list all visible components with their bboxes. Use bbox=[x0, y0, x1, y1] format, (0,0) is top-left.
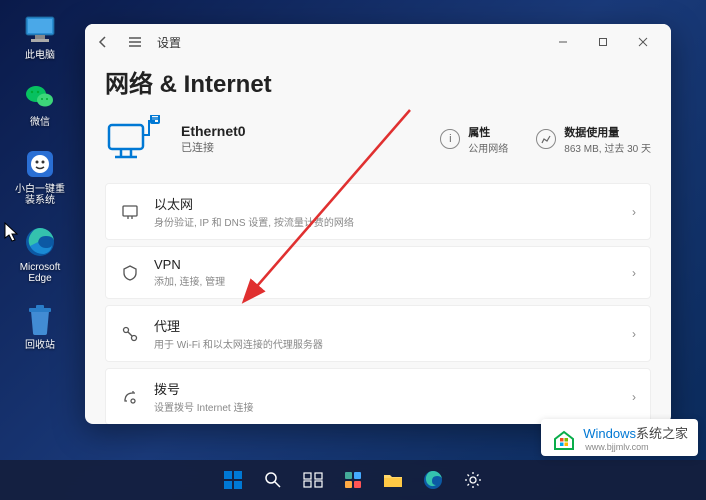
desktop-icon-xiaobai[interactable]: 小白一键重装系统 bbox=[12, 146, 68, 206]
item-ethernet[interactable]: 以太网 身份验证, IP 和 DNS 设置, 按流量计费的网络 › bbox=[105, 183, 651, 240]
watermark-url: www.bjjmlv.com bbox=[585, 442, 688, 452]
desktop-icons: 此电脑 微信 小白一键重装系统 Microsoft Edge 回收站 bbox=[12, 12, 68, 351]
desktop-icon-label: 回收站 bbox=[25, 340, 55, 351]
properties-title: 属性 bbox=[468, 124, 508, 140]
close-button[interactable] bbox=[623, 28, 663, 56]
maximize-button[interactable] bbox=[583, 28, 623, 56]
item-sub: 添加, 连接, 管理 bbox=[154, 273, 225, 288]
settings-item-list: 以太网 身份验证, IP 和 DNS 设置, 按流量计费的网络 › VPN 添加… bbox=[105, 183, 651, 424]
network-status-row: Ethernet0 已连接 i 属性 公用网络 数据使用量 bbox=[105, 115, 651, 163]
watermark-brand-gray: 系统之家 bbox=[636, 426, 688, 441]
desktop-icon-label: 微信 bbox=[30, 117, 50, 128]
desktop-icon-label: 此电脑 bbox=[25, 50, 55, 61]
hamburger-menu-button[interactable] bbox=[125, 32, 145, 52]
item-title: 以太网 bbox=[154, 194, 354, 213]
desktop-icon-label: Microsoft Edge bbox=[12, 262, 68, 284]
edge-icon bbox=[22, 224, 58, 260]
item-sub: 身份验证, IP 和 DNS 设置, 按流量计费的网络 bbox=[154, 214, 354, 229]
usage-sub: 863 MB, 过去 30 天 bbox=[564, 140, 651, 155]
settings-window: 设置 网络 & Internet bbox=[85, 24, 671, 424]
settings-taskbar-button[interactable] bbox=[457, 464, 489, 496]
info-icon: i bbox=[440, 129, 460, 149]
chevron-right-icon: › bbox=[632, 205, 636, 219]
desktop-icon-recycle-bin[interactable]: 回收站 bbox=[12, 302, 68, 351]
task-view-button[interactable] bbox=[297, 464, 329, 496]
item-dialup[interactable]: 拨号 设置拨号 Internet 连接 › bbox=[105, 368, 651, 424]
monitor-ethernet-icon bbox=[105, 115, 161, 163]
taskbar bbox=[0, 460, 706, 500]
vpn-icon bbox=[120, 263, 140, 283]
window-title: 设置 bbox=[157, 34, 181, 51]
item-proxy[interactable]: 代理 用于 Wi-Fi 和以太网连接的代理服务器 › bbox=[105, 305, 651, 362]
properties-sub: 公用网络 bbox=[468, 140, 508, 155]
settings-content: 网络 & Internet Ethernet0 已连接 bbox=[85, 60, 671, 424]
item-title: VPN bbox=[154, 257, 225, 272]
desktop-icon-wechat[interactable]: 微信 bbox=[12, 79, 68, 128]
watermark-logo-icon bbox=[551, 425, 577, 451]
page-title: 网络 & Internet bbox=[105, 64, 651, 99]
search-button[interactable] bbox=[257, 464, 289, 496]
edge-taskbar-button[interactable] bbox=[417, 464, 449, 496]
wechat-icon bbox=[22, 79, 58, 115]
desktop-icon-edge[interactable]: Microsoft Edge bbox=[12, 224, 68, 284]
chevron-right-icon: › bbox=[632, 390, 636, 404]
item-sub: 设置拨号 Internet 连接 bbox=[154, 399, 253, 414]
recycle-bin-icon bbox=[22, 302, 58, 338]
chevron-right-icon: › bbox=[632, 327, 636, 341]
item-title: 代理 bbox=[154, 316, 323, 335]
item-sub: 用于 Wi-Fi 和以太网连接的代理服务器 bbox=[154, 336, 323, 351]
ethernet-icon bbox=[120, 202, 140, 222]
desktop-icon-this-pc[interactable]: 此电脑 bbox=[12, 12, 68, 61]
explorer-button[interactable] bbox=[377, 464, 409, 496]
watermark-brand-blue: Windows bbox=[583, 426, 636, 441]
titlebar: 设置 bbox=[85, 24, 671, 60]
xiaobai-icon bbox=[22, 146, 58, 182]
widgets-button[interactable] bbox=[337, 464, 369, 496]
connection-name: Ethernet0 bbox=[181, 123, 246, 139]
item-vpn[interactable]: VPN 添加, 连接, 管理 › bbox=[105, 246, 651, 299]
minimize-button[interactable] bbox=[543, 28, 583, 56]
usage-icon bbox=[536, 129, 556, 149]
dialup-icon bbox=[120, 387, 140, 407]
properties-block[interactable]: i 属性 公用网络 bbox=[440, 124, 508, 155]
proxy-icon bbox=[120, 324, 140, 344]
watermark: Windows系统之家 www.bjjmlv.com bbox=[541, 419, 698, 456]
item-title: 拨号 bbox=[154, 379, 253, 398]
start-button[interactable] bbox=[217, 464, 249, 496]
usage-title: 数据使用量 bbox=[564, 124, 651, 140]
desktop-icon-label: 小白一键重装系统 bbox=[12, 184, 68, 206]
connection-status: 已连接 bbox=[181, 139, 246, 155]
chevron-right-icon: › bbox=[632, 266, 636, 280]
data-usage-block[interactable]: 数据使用量 863 MB, 过去 30 天 bbox=[536, 124, 651, 155]
back-button[interactable] bbox=[93, 32, 113, 52]
this-pc-icon bbox=[22, 12, 58, 48]
